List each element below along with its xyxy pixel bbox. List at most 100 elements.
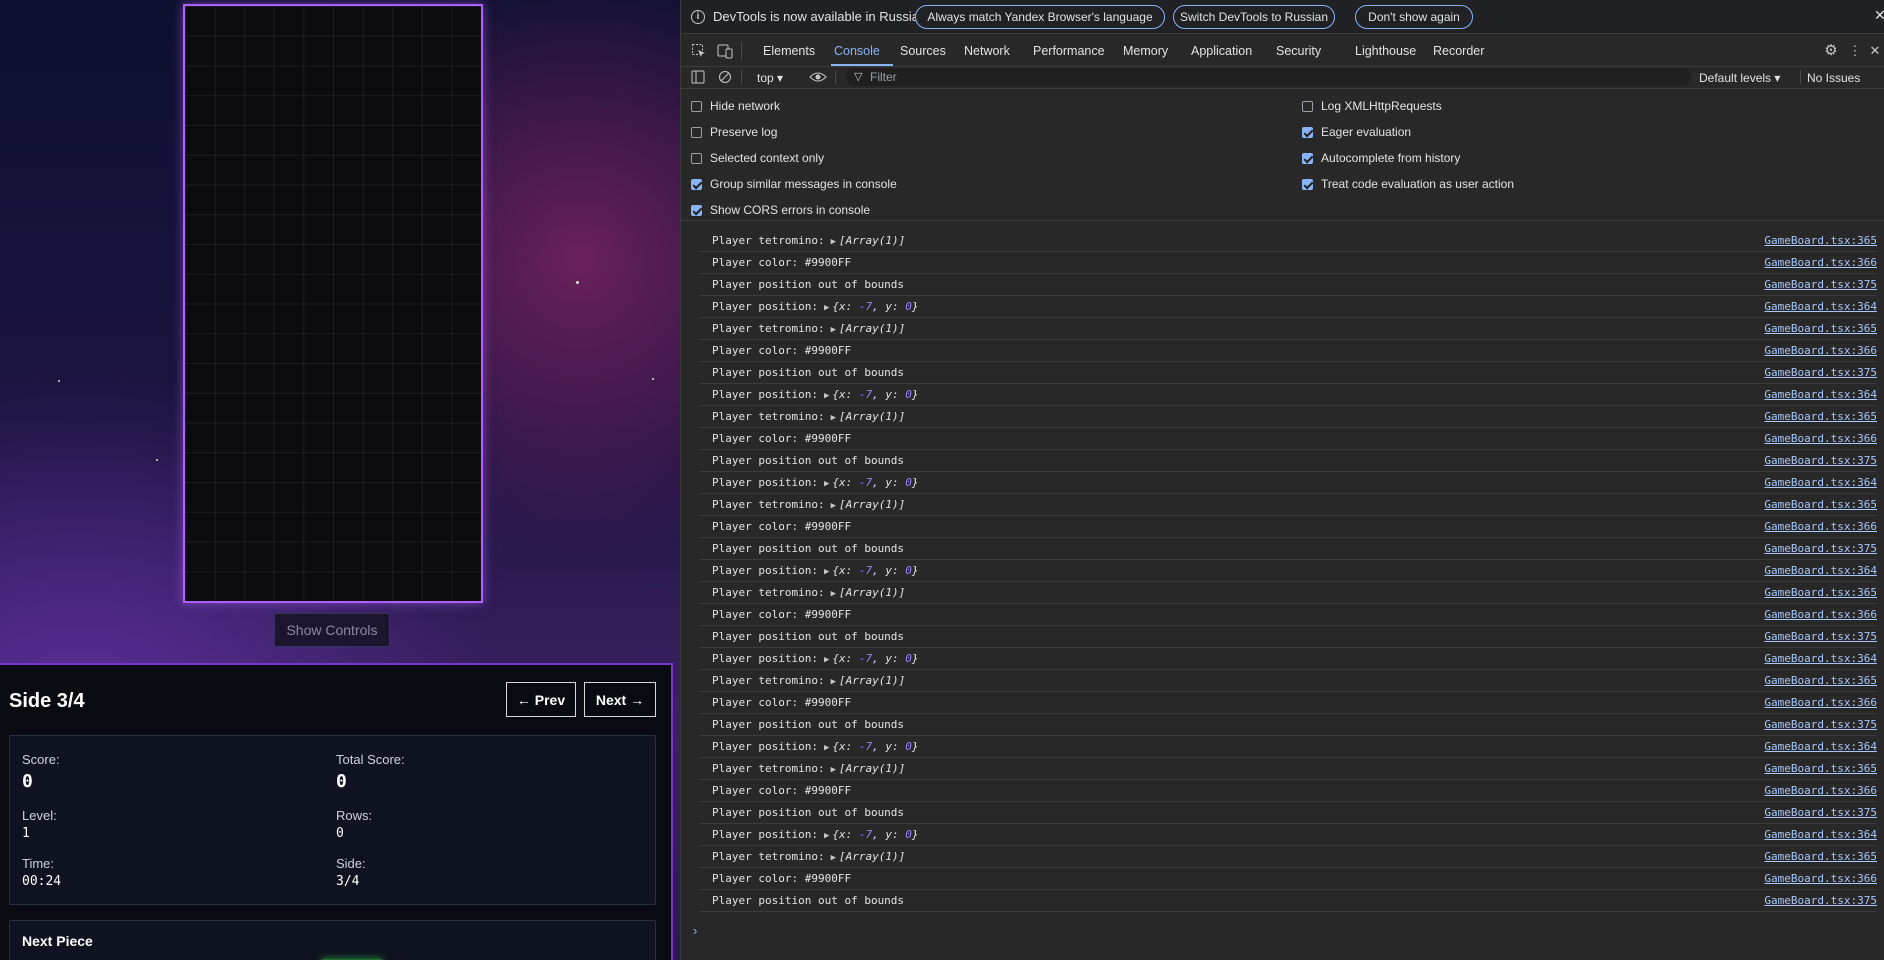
match-language-button[interactable]: Always match Yandex Browser's language xyxy=(915,5,1165,29)
tab-network[interactable]: Network xyxy=(964,44,1010,58)
expand-icon[interactable]: ▶ xyxy=(824,655,829,665)
log-object[interactable]: {x: -7, y: 0} xyxy=(832,300,918,313)
selected-context-checkbox[interactable]: Selected context only xyxy=(691,151,824,165)
source-link[interactable]: GameBoard.tsx:375 xyxy=(1764,278,1877,291)
source-link[interactable]: GameBoard.tsx:375 xyxy=(1764,806,1877,819)
expand-icon[interactable]: ▶ xyxy=(824,391,829,401)
expand-icon[interactable]: ▶ xyxy=(831,589,836,599)
log-xhr-checkbox[interactable]: Log XMLHttpRequests xyxy=(1302,99,1442,113)
source-link[interactable]: GameBoard.tsx:366 xyxy=(1764,872,1877,885)
tab-elements[interactable]: Elements xyxy=(763,44,815,58)
expand-icon[interactable]: ▶ xyxy=(824,303,829,313)
log-object[interactable]: [Array(1)] xyxy=(839,410,905,423)
tab-sources[interactable]: Sources xyxy=(900,44,946,58)
treat-code-checkbox[interactable]: Treat code evaluation as user action xyxy=(1302,177,1514,191)
expand-icon[interactable]: ▶ xyxy=(824,831,829,841)
source-link[interactable]: GameBoard.tsx:364 xyxy=(1764,828,1877,841)
source-link[interactable]: GameBoard.tsx:375 xyxy=(1764,718,1877,731)
eager-evaluation-checkbox[interactable]: Eager evaluation xyxy=(1302,125,1411,139)
checkbox-checked[interactable] xyxy=(1302,178,1313,190)
tab-security[interactable]: Security xyxy=(1276,44,1321,58)
source-link[interactable]: GameBoard.tsx:366 xyxy=(1764,344,1877,357)
log-object[interactable]: {x: -7, y: 0} xyxy=(832,476,918,489)
inspect-element-icon[interactable] xyxy=(691,43,707,59)
expand-icon[interactable]: ▶ xyxy=(831,325,836,335)
expand-icon[interactable]: ▶ xyxy=(831,237,836,247)
log-object[interactable]: [Array(1)] xyxy=(839,762,905,775)
log-object[interactable]: {x: -7, y: 0} xyxy=(832,740,918,753)
group-similar-checkbox[interactable]: Group similar messages in console xyxy=(691,177,897,191)
source-link[interactable]: GameBoard.tsx:365 xyxy=(1764,586,1877,599)
expand-icon[interactable]: ▶ xyxy=(831,853,836,863)
log-object[interactable]: [Array(1)] xyxy=(839,322,905,335)
expand-icon[interactable]: ▶ xyxy=(824,479,829,489)
source-link[interactable]: GameBoard.tsx:364 xyxy=(1764,564,1877,577)
more-options-icon[interactable]: ⋮ xyxy=(1847,43,1863,59)
tab-application[interactable]: Application xyxy=(1191,44,1252,58)
source-link[interactable]: GameBoard.tsx:366 xyxy=(1764,256,1877,269)
log-object[interactable]: {x: -7, y: 0} xyxy=(832,388,918,401)
source-link[interactable]: GameBoard.tsx:365 xyxy=(1764,322,1877,335)
tab-memory[interactable]: Memory xyxy=(1123,44,1168,58)
source-link[interactable]: GameBoard.tsx:375 xyxy=(1764,630,1877,643)
preserve-log-checkbox[interactable]: Preserve log xyxy=(691,125,777,139)
log-object[interactable]: [Array(1)] xyxy=(839,234,905,247)
checkbox[interactable] xyxy=(691,100,702,112)
show-controls-button[interactable]: Show Controls xyxy=(274,613,390,647)
log-object[interactable]: [Array(1)] xyxy=(839,498,905,511)
checkbox[interactable] xyxy=(1302,100,1313,112)
device-toolbar-icon[interactable] xyxy=(717,43,733,59)
clear-console-icon[interactable] xyxy=(717,70,733,86)
expand-icon[interactable]: ▶ xyxy=(824,743,829,753)
source-link[interactable]: GameBoard.tsx:375 xyxy=(1764,894,1877,907)
source-link[interactable]: GameBoard.tsx:366 xyxy=(1764,608,1877,621)
source-link[interactable]: GameBoard.tsx:375 xyxy=(1764,542,1877,555)
source-link[interactable]: GameBoard.tsx:365 xyxy=(1764,410,1877,423)
sidebar-toggle-icon[interactable] xyxy=(690,70,706,86)
log-object[interactable]: {x: -7, y: 0} xyxy=(832,652,918,665)
hide-network-checkbox[interactable]: Hide network xyxy=(691,99,780,113)
tab-lighthouse[interactable]: Lighthouse xyxy=(1355,44,1416,58)
source-link[interactable]: GameBoard.tsx:365 xyxy=(1764,234,1877,247)
close-icon[interactable]: ✕ xyxy=(1874,7,1884,24)
source-link[interactable]: GameBoard.tsx:366 xyxy=(1764,432,1877,445)
game-board[interactable] xyxy=(183,4,483,603)
source-link[interactable]: GameBoard.tsx:365 xyxy=(1764,674,1877,687)
expand-icon[interactable]: ▶ xyxy=(831,677,836,687)
log-object[interactable]: [Array(1)] xyxy=(839,674,905,687)
source-link[interactable]: GameBoard.tsx:365 xyxy=(1764,850,1877,863)
live-expression-eye-icon[interactable] xyxy=(809,70,827,86)
dont-show-again-button[interactable]: Don't show again xyxy=(1355,5,1473,29)
source-link[interactable]: GameBoard.tsx:364 xyxy=(1764,476,1877,489)
source-link[interactable]: GameBoard.tsx:364 xyxy=(1764,388,1877,401)
close-devtools-icon[interactable]: ✕ xyxy=(1867,43,1883,59)
source-link[interactable]: GameBoard.tsx:375 xyxy=(1764,454,1877,467)
checkbox-checked[interactable] xyxy=(691,204,702,216)
source-link[interactable]: GameBoard.tsx:365 xyxy=(1764,498,1877,511)
checkbox[interactable] xyxy=(691,126,702,138)
context-selector[interactable]: top ▾ xyxy=(757,71,783,85)
log-object[interactable]: {x: -7, y: 0} xyxy=(832,564,918,577)
log-object[interactable]: [Array(1)] xyxy=(839,586,905,599)
expand-icon[interactable]: ▶ xyxy=(831,765,836,775)
settings-gear-icon[interactable]: ⚙ xyxy=(1823,43,1839,59)
prev-button[interactable]: ← Prev xyxy=(506,682,576,717)
log-object[interactable]: {x: -7, y: 0} xyxy=(832,828,918,841)
expand-icon[interactable]: ▶ xyxy=(831,413,836,423)
checkbox-checked[interactable] xyxy=(1302,126,1313,138)
source-link[interactable]: GameBoard.tsx:375 xyxy=(1764,366,1877,379)
console-prompt-icon[interactable]: › xyxy=(693,923,697,938)
expand-icon[interactable]: ▶ xyxy=(831,501,836,511)
tab-performance[interactable]: Performance xyxy=(1033,44,1105,58)
checkbox-checked[interactable] xyxy=(1302,152,1313,164)
tab-console[interactable]: Console xyxy=(834,44,880,58)
source-link[interactable]: GameBoard.tsx:364 xyxy=(1764,300,1877,313)
source-link[interactable]: GameBoard.tsx:366 xyxy=(1764,784,1877,797)
checkbox-checked[interactable] xyxy=(691,178,702,190)
log-levels-dropdown[interactable]: Default levels ▾ xyxy=(1699,71,1780,85)
next-button[interactable]: Next → xyxy=(584,682,656,717)
checkbox[interactable] xyxy=(691,152,702,164)
source-link[interactable]: GameBoard.tsx:366 xyxy=(1764,696,1877,709)
source-link[interactable]: GameBoard.tsx:364 xyxy=(1764,652,1877,665)
show-cors-checkbox[interactable]: Show CORS errors in console xyxy=(691,203,870,217)
